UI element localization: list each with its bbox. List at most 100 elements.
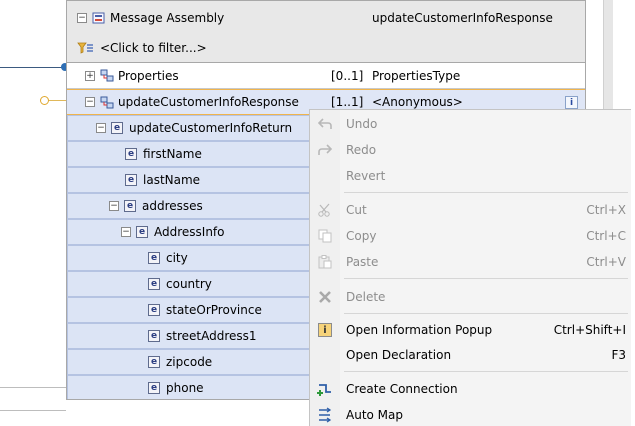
expand-toggle[interactable]: + bbox=[85, 70, 95, 81]
menu-separator bbox=[344, 278, 628, 279]
element-icon: e bbox=[148, 382, 160, 394]
element-name: stateOrProvince bbox=[166, 303, 262, 317]
tree-row-element[interactable]: − e updateCustomerInfoReturn bbox=[67, 115, 311, 141]
response-cardinality: [1..1] bbox=[331, 95, 364, 109]
response-type: <Anonymous> bbox=[372, 95, 463, 109]
menu-item-create-connection[interactable]: Create Connection bbox=[310, 376, 632, 402]
tree-row-element[interactable]: e lastName bbox=[67, 167, 311, 193]
menu-label: Auto Map bbox=[346, 408, 403, 422]
menu-shortcut: Ctrl+C bbox=[586, 229, 626, 243]
element-name: streetAddress1 bbox=[166, 329, 257, 343]
collapse-toggle[interactable]: − bbox=[96, 123, 106, 133]
divider-line bbox=[0, 387, 66, 388]
create-connection-icon bbox=[317, 384, 331, 396]
collapse-toggle[interactable]: − bbox=[77, 13, 87, 23]
element-name: city bbox=[166, 251, 188, 265]
properties-type: PropertiesType bbox=[372, 68, 461, 83]
delete-icon bbox=[319, 291, 331, 303]
filter-prompt[interactable]: <Click to filter...> bbox=[100, 41, 207, 55]
menu-label: Redo bbox=[346, 143, 377, 157]
copy-icon bbox=[318, 229, 332, 243]
properties-name: Properties bbox=[118, 68, 179, 83]
element-name: lastName bbox=[143, 173, 201, 187]
menu-item-undo[interactable]: Undo bbox=[310, 111, 632, 137]
menu-shortcut: Ctrl+X bbox=[586, 203, 626, 217]
collapse-toggle[interactable]: − bbox=[85, 97, 95, 107]
response-name: updateCustomerInfoResponse bbox=[118, 95, 299, 109]
panel-header: − Message Assembly updateCustomerInfoRes… bbox=[67, 1, 585, 63]
message-assembly-icon bbox=[92, 12, 105, 23]
element-icon: e bbox=[148, 356, 160, 368]
menu-shortcut: F3 bbox=[611, 348, 626, 362]
element-icon: e bbox=[148, 278, 160, 290]
divider-line bbox=[0, 410, 66, 411]
menu-separator bbox=[344, 313, 628, 314]
menu-item-auto-map[interactable]: Auto Map bbox=[310, 402, 632, 426]
menu-separator bbox=[344, 192, 628, 193]
menu-shortcut: Ctrl+Shift+I bbox=[553, 323, 626, 337]
menu-shortcut: Ctrl+V bbox=[586, 255, 626, 269]
element-name: zipcode bbox=[166, 355, 213, 369]
tree-row-element[interactable]: e firstName bbox=[67, 141, 311, 167]
menu-label: Create Connection bbox=[346, 382, 458, 396]
menu-item-redo[interactable]: Redo bbox=[310, 137, 632, 163]
element-icon: e bbox=[148, 252, 160, 264]
tree-row-element[interactable]: e streetAddress1 bbox=[67, 323, 311, 349]
collapse-toggle[interactable]: − bbox=[109, 201, 119, 211]
tree-row-element[interactable]: e city bbox=[67, 245, 311, 271]
element-name: addresses bbox=[142, 199, 203, 213]
info-icon: i bbox=[318, 323, 332, 337]
redo-icon bbox=[318, 144, 333, 155]
properties-cardinality: [0..1] bbox=[331, 68, 364, 83]
menu-label: Delete bbox=[346, 290, 386, 304]
paste-icon bbox=[318, 255, 332, 269]
complex-type-icon bbox=[100, 96, 114, 108]
menu-item-open-declaration[interactable]: Open Declaration F3 bbox=[310, 342, 632, 368]
tree-row-properties[interactable]: + Properties [0..1] PropertiesType bbox=[67, 63, 585, 89]
menu-item-copy[interactable]: Copy Ctrl+C bbox=[310, 223, 632, 249]
menu-label: Open Declaration bbox=[346, 348, 452, 362]
header-title-row: − Message Assembly updateCustomerInfoRes… bbox=[77, 5, 577, 31]
element-icon: e bbox=[125, 174, 137, 186]
complex-type-icon bbox=[100, 69, 114, 82]
element-name: phone bbox=[166, 381, 204, 395]
filter-icon bbox=[77, 42, 93, 54]
cut-icon bbox=[318, 203, 330, 217]
tree-row-element[interactable]: − e addresses bbox=[67, 193, 311, 219]
tree-row-element[interactable]: e phone bbox=[67, 375, 311, 399]
menu-label: Revert bbox=[346, 169, 386, 183]
menu-item-open-information-popup[interactable]: i Open Information Popup Ctrl+Shift+I bbox=[310, 317, 632, 343]
auto-map-icon bbox=[319, 407, 332, 423]
menu-item-delete[interactable]: Delete bbox=[310, 284, 632, 310]
tree-row-element[interactable]: e zipcode bbox=[67, 349, 311, 375]
panel-type-label: updateCustomerInfoResponse bbox=[372, 11, 553, 25]
menu-item-paste[interactable]: Paste Ctrl+V bbox=[310, 249, 632, 275]
element-icon: e bbox=[148, 304, 160, 316]
menu-item-cut[interactable]: Cut Ctrl+X bbox=[310, 197, 632, 223]
menu-label: Open Information Popup bbox=[346, 323, 493, 337]
tree-row-element[interactable]: e country bbox=[67, 271, 311, 297]
collapse-toggle[interactable]: − bbox=[121, 227, 131, 237]
tree-row-element[interactable]: e stateOrProvince bbox=[67, 297, 311, 323]
element-icon: e bbox=[148, 330, 160, 342]
filter-row[interactable]: <Click to filter...> bbox=[77, 35, 377, 61]
element-icon: e bbox=[125, 148, 137, 160]
menu-label: Paste bbox=[346, 255, 379, 269]
connection-line bbox=[0, 67, 66, 68]
undo-icon bbox=[317, 118, 332, 129]
menu-label: Undo bbox=[346, 117, 378, 131]
element-icon: e bbox=[111, 122, 123, 134]
context-menu: Undo Redo Revert Cut Ctrl+X Copy Ctrl+C … bbox=[309, 109, 631, 426]
menu-separator bbox=[344, 371, 628, 372]
connection-line-selected bbox=[48, 100, 66, 101]
element-name: AddressInfo bbox=[154, 225, 225, 239]
element-icon: e bbox=[124, 200, 136, 212]
menu-label: Cut bbox=[346, 203, 367, 217]
connection-anchor-ring[interactable] bbox=[40, 96, 49, 105]
tree-row-element[interactable]: − e AddressInfo bbox=[67, 219, 311, 245]
element-name: updateCustomerInfoReturn bbox=[129, 121, 293, 135]
menu-item-revert[interactable]: Revert bbox=[310, 163, 632, 189]
element-icon: e bbox=[136, 226, 148, 238]
element-name: country bbox=[166, 277, 212, 291]
info-badge-icon[interactable]: i bbox=[565, 96, 578, 109]
